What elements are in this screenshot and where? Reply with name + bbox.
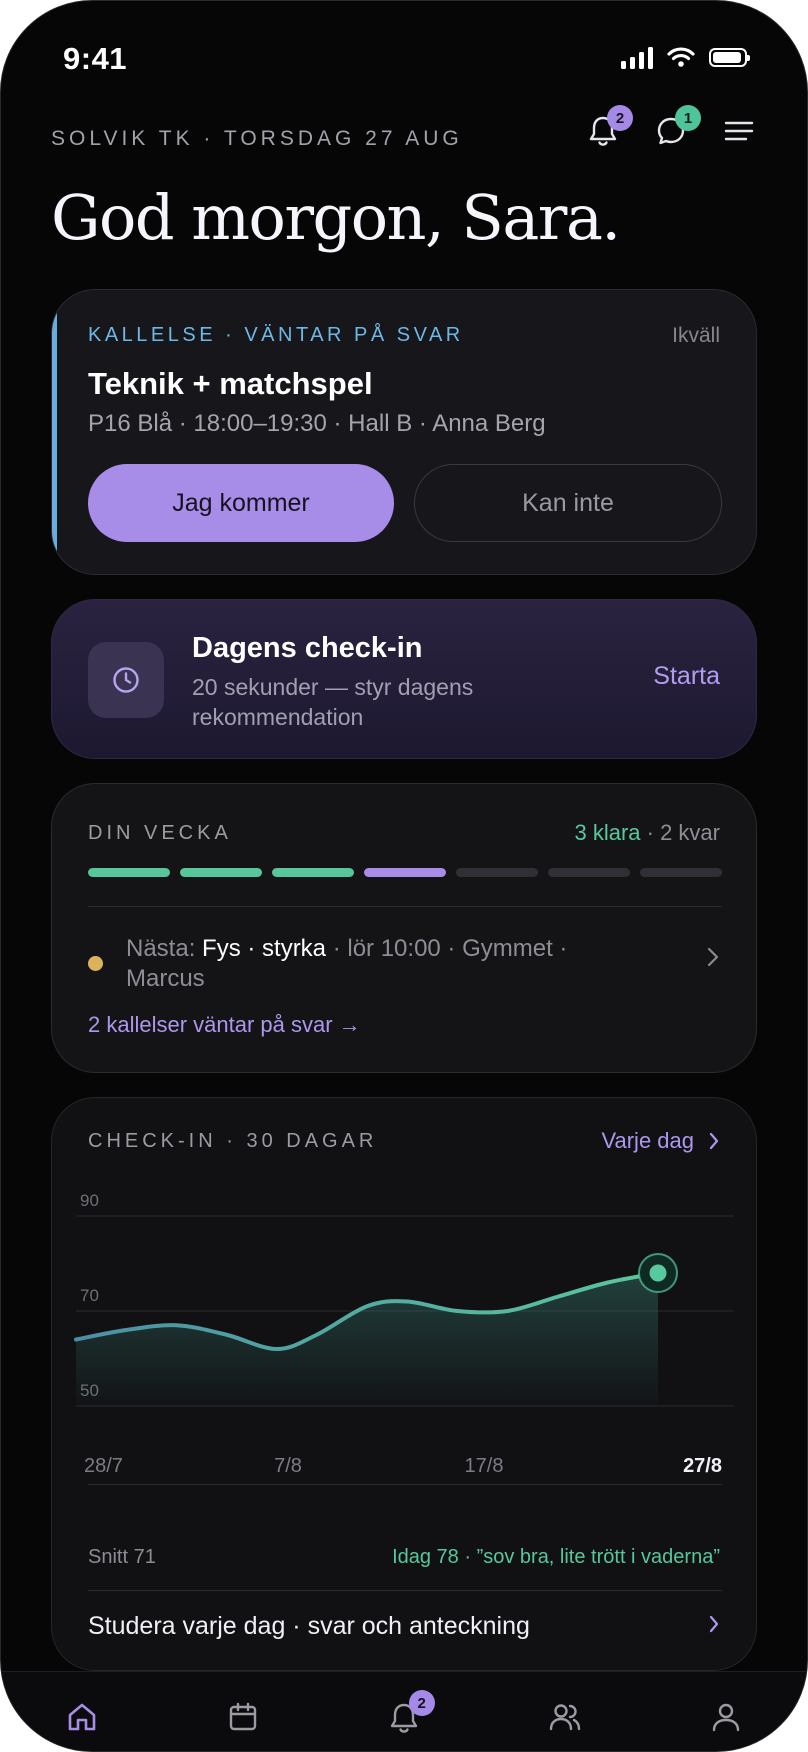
- invite-time-label: Ikväll: [672, 324, 720, 347]
- week-segment-done: [180, 868, 262, 877]
- week-segment-done: [88, 868, 170, 877]
- y-tick-label: 70: [80, 1286, 99, 1305]
- chevron-right-icon: [707, 947, 719, 967]
- checkin-line-chart: 90705028/77/817/827/8: [74, 1191, 734, 1477]
- x-tick-label: 17/8: [465, 1455, 504, 1477]
- chart-average: Snitt 71: [88, 1546, 156, 1568]
- team-icon: [550, 1704, 581, 1731]
- phone-frame: 9:41 SOLVIK TK · TORSDAG 27 AUG 2 1 God …: [0, 0, 808, 1752]
- daily-checkin-card[interactable]: Dagens check-in 20 sekunder — styr dagen…: [51, 599, 757, 759]
- x-tick-label: 7/8: [274, 1455, 302, 1477]
- week-segment-current: [364, 868, 446, 877]
- next-session-dot: [88, 956, 103, 971]
- week-label: DIN VECKA: [88, 822, 232, 844]
- x-tick-label: 28/7: [84, 1455, 123, 1477]
- status-bar: 9:41: [1, 1, 807, 111]
- tab-notifications[interactable]: 2: [323, 1672, 484, 1751]
- chevron-right-icon: [709, 1615, 719, 1633]
- hamburger-menu-icon: [724, 121, 754, 141]
- tab-calendar[interactable]: [162, 1672, 323, 1751]
- cellular-signal-icon: [621, 45, 653, 69]
- profile-icon: [713, 1703, 740, 1732]
- accept-invite-button[interactable]: Jag kommer: [88, 464, 394, 542]
- week-card: DIN VECKA 3 klara · 2 kvar Nästa: Fys · …: [51, 783, 757, 1073]
- status-icons: [621, 45, 750, 69]
- week-segment-todo: [640, 868, 722, 877]
- battery-icon: [709, 47, 750, 67]
- study-every-day-link[interactable]: Studera varje dag · svar och anteckning: [88, 1612, 530, 1641]
- chart-today-note: Idag 78 · ”sov bra, lite trött i vaderna…: [392, 1546, 720, 1568]
- invite-card: KALLELSE · VÄNTAR PÅ SVAR Ikväll Teknik …: [51, 289, 757, 575]
- tab-profile[interactable]: [646, 1672, 807, 1751]
- greeting-heading: God morgon, Sara.: [51, 181, 621, 254]
- header-actions: 2 1: [585, 105, 757, 149]
- calendar-icon: [229, 1702, 256, 1731]
- invite-status-tag: KALLELSE · VÄNTAR PÅ SVAR: [88, 324, 464, 346]
- checkin-chart-card: CHECK-IN · 30 DAGAR Varje dag 90705028/7…: [51, 1097, 757, 1671]
- next-session-name: Fys · styrka: [202, 935, 327, 962]
- clock-icon: [113, 667, 139, 693]
- pending-invites-link[interactable]: 2 kallelser väntar på svar →: [88, 1012, 361, 1038]
- start-checkin-button[interactable]: Starta: [653, 662, 720, 691]
- tab-team[interactable]: [485, 1672, 646, 1751]
- menu-button[interactable]: [721, 113, 757, 149]
- week-divider: [88, 906, 722, 907]
- tab-notification-badge: 2: [408, 1690, 435, 1716]
- week-segment-done: [272, 868, 354, 877]
- next-session-text[interactable]: Nästa: Fys · styrka · lör 10:00 · Gymmet…: [126, 934, 646, 994]
- invite-details: P16 Blå · 18:00–19:30 · Hall B · Anna Be…: [88, 410, 546, 437]
- notification-badge: 2: [607, 105, 633, 131]
- week-remaining-count: · 2 kvar: [640, 820, 720, 845]
- week-segment-todo: [548, 868, 630, 877]
- tab-bar: 2: [1, 1671, 807, 1751]
- invite-accent-bar: [52, 290, 57, 574]
- y-tick-label: 90: [80, 1191, 99, 1210]
- chart-divider-2: [88, 1590, 722, 1591]
- week-stats: 3 klara · 2 kvar: [574, 820, 720, 846]
- wifi-icon: [667, 47, 695, 67]
- home-icon: [68, 1703, 95, 1731]
- week-done-count: 3 klara: [574, 820, 641, 845]
- week-segment-todo: [456, 868, 538, 877]
- invite-title: Teknik + matchspel: [88, 366, 373, 401]
- checkin-icon-tile: [88, 642, 164, 718]
- status-time: 9:41: [63, 41, 128, 76]
- club-date-line: SOLVIK TK · TORSDAG 27 AUG: [51, 127, 463, 150]
- chart-divider: [88, 1484, 722, 1485]
- week-progress-bar: [88, 868, 722, 877]
- tab-home[interactable]: [1, 1672, 162, 1751]
- next-prefix: Nästa:: [126, 935, 203, 962]
- message-badge: 1: [675, 105, 701, 131]
- checkin-title: Dagens check-in: [192, 632, 423, 664]
- decline-invite-button[interactable]: Kan inte: [414, 464, 722, 542]
- checkin-subtitle: 20 sekunder — styr dagens rekommendation: [192, 674, 474, 730]
- today-point: [649, 1264, 667, 1282]
- messages-button[interactable]: 1: [653, 105, 701, 149]
- notifications-button[interactable]: 2: [585, 105, 633, 149]
- x-tick-label: 27/8: [683, 1455, 722, 1477]
